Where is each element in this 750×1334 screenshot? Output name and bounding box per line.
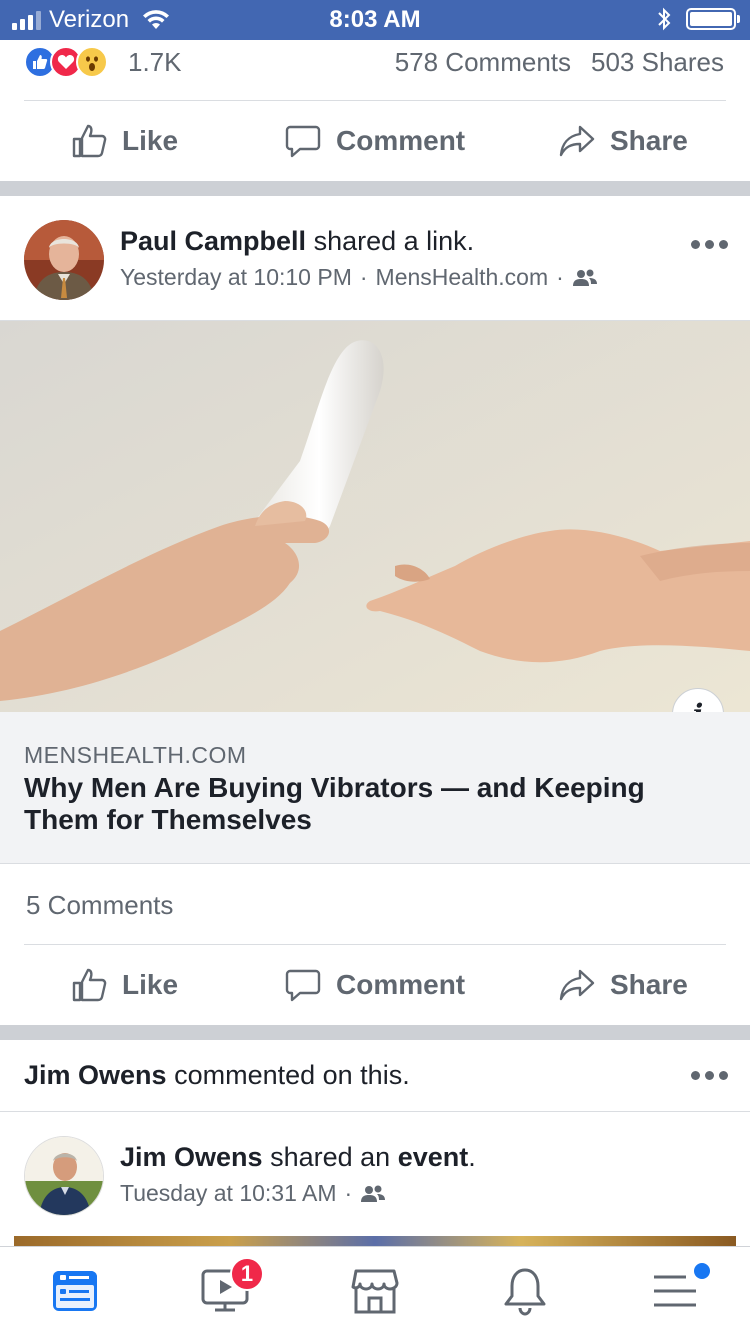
reactions-summary[interactable]: 1.7K 578 Comments 503 Shares (0, 40, 750, 100)
post-author-line: Jim Owens shared an event. (120, 1142, 476, 1173)
post-action-text: shared a link. (313, 226, 475, 256)
comment-button[interactable]: Comment (284, 101, 465, 181)
post-header: Paul Campbell shared a link. Yesterday a… (0, 196, 750, 320)
feed-separator (0, 181, 750, 196)
share-icon (559, 969, 595, 1001)
link-preview-card[interactable]: MENSHEALTH.COM Why Men Are Buying Vibrat… (0, 712, 750, 864)
post-action-text: shared an (270, 1142, 391, 1172)
status-bar: Verizon 8:03 AM (0, 0, 750, 40)
watch-tab[interactable]: 1 (150, 1247, 300, 1334)
post-meta: Yesterday at 10:10 PM · MensHealth.com · (120, 264, 598, 291)
comments-count-link[interactable]: 578 Comments (395, 47, 571, 77)
story-context-text: Jim Owens commented on this. (24, 1060, 410, 1091)
reaction-icons (24, 46, 108, 78)
like-button[interactable]: Like (70, 945, 178, 1025)
post-author-line: Paul Campbell shared a link. (120, 226, 474, 257)
post-time[interactable]: Yesterday at 10:10 PM (120, 264, 352, 291)
share-button[interactable]: Share (558, 945, 688, 1025)
battery-icon (686, 8, 740, 30)
link-image[interactable] (0, 320, 750, 712)
commenter-name[interactable]: Jim Owens (24, 1060, 167, 1090)
friends-icon (361, 1185, 386, 1202)
link-title: Why Men Are Buying Vibrators — and Keepi… (24, 772, 645, 835)
post-options-button[interactable] (691, 240, 728, 249)
post-comments-count[interactable]: 5 Comments (26, 890, 173, 921)
story-context-header: Jim Owens commented on this. (0, 1040, 750, 1112)
comment-label: Comment (336, 969, 466, 1000)
thumbs-up-icon (72, 124, 107, 158)
news-feed-icon (53, 1271, 97, 1311)
menu-notification-dot (694, 1263, 710, 1279)
menu-tab[interactable] (600, 1247, 750, 1334)
marketplace-tab[interactable] (300, 1247, 450, 1334)
avatar[interactable] (24, 1136, 104, 1216)
watch-badge: 1 (230, 1257, 264, 1291)
link-domain: MENSHEALTH.COM (24, 742, 247, 768)
status-right (656, 6, 740, 32)
comment-icon (285, 125, 321, 158)
status-time: 8:03 AM (329, 6, 421, 33)
action-bar: Like Comment Share (0, 101, 750, 181)
post-header: Jim Owens shared an event. Tuesday at 10… (0, 1112, 750, 1242)
shares-count-link[interactable]: 503 Shares (591, 47, 724, 77)
notifications-tab[interactable] (450, 1247, 600, 1334)
menu-icon (654, 1275, 696, 1307)
comment-icon (285, 969, 321, 1002)
comments-shares: 578 Comments 503 Shares (395, 47, 724, 78)
reaction-count[interactable]: 1.7K (128, 47, 182, 78)
post-source[interactable]: MensHealth.com (376, 264, 549, 291)
like-label: Like (122, 125, 179, 156)
friends-icon (572, 269, 597, 286)
commented-text: commented on this. (174, 1060, 410, 1090)
meta-separator: · (359, 264, 368, 290)
share-label: Share (610, 969, 688, 1000)
avatar[interactable] (24, 220, 104, 300)
share-icon (559, 125, 595, 157)
post-time[interactable]: Tuesday at 10:31 AM (120, 1180, 337, 1207)
like-button[interactable]: Like (70, 101, 178, 181)
share-label: Share (610, 125, 688, 156)
meta-separator: · (344, 1180, 353, 1206)
event-link[interactable]: event (398, 1142, 469, 1172)
author-name[interactable]: Paul Campbell (120, 226, 306, 256)
marketplace-icon (351, 1269, 399, 1314)
wow-reaction-icon (76, 46, 108, 78)
story-options-button[interactable] (691, 1071, 728, 1080)
action-bar: Like Comment Share (0, 945, 750, 1025)
tab-bar: 1 (0, 1246, 750, 1334)
feed-separator (0, 1025, 750, 1040)
like-label: Like (122, 969, 179, 1000)
author-name[interactable]: Jim Owens (120, 1142, 263, 1172)
comment-button[interactable]: Comment (284, 945, 465, 1025)
thumbs-up-icon (72, 968, 107, 1002)
period: . (468, 1142, 476, 1172)
post-meta: Tuesday at 10:31 AM · (120, 1180, 386, 1207)
comment-label: Comment (336, 125, 466, 156)
bluetooth-icon (658, 7, 671, 31)
news-feed-tab[interactable] (0, 1247, 150, 1334)
meta-separator: · (556, 264, 564, 290)
bell-icon (504, 1268, 546, 1316)
share-button[interactable]: Share (558, 101, 688, 181)
